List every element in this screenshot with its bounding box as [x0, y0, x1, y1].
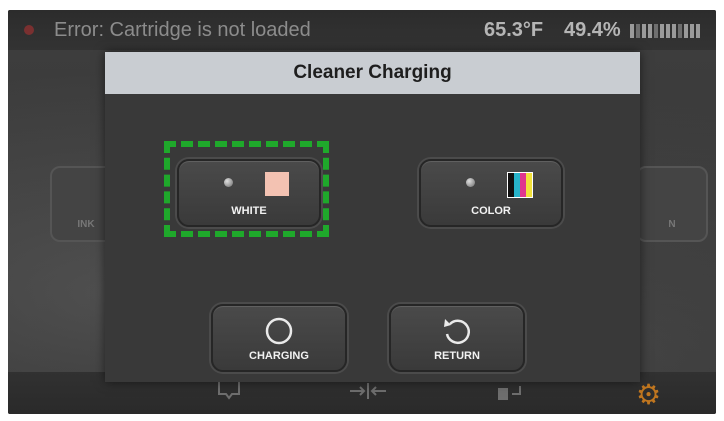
return-arrow-icon: [444, 319, 471, 344]
status-humidity: 49.4%: [564, 19, 621, 41]
color-status-led-icon: [466, 178, 475, 187]
device-screen: Error: Cartridge is not loaded 65.3°F 49…: [8, 10, 716, 414]
align-icon: [350, 383, 386, 399]
background-right-label: N: [668, 219, 676, 230]
status-error-message: Error: Cartridge is not loaded: [54, 19, 311, 41]
cartridge-icon: [498, 386, 521, 400]
white-button[interactable]: WHITE: [177, 159, 321, 227]
charging-button[interactable]: CHARGING: [211, 304, 347, 372]
circle-icon: [265, 317, 293, 345]
charging-button-label: CHARGING: [249, 350, 309, 362]
error-indicator-icon: [24, 25, 34, 35]
status-temperature: 65.3°F: [484, 19, 544, 41]
gear-icon[interactable]: ⚙: [636, 378, 661, 411]
return-button[interactable]: RETURN: [389, 304, 525, 372]
return-button-label: RETURN: [434, 350, 480, 362]
white-status-led-icon: [224, 178, 233, 187]
dialog-title: Cleaner Charging: [105, 52, 640, 94]
status-bar: Error: Cartridge is not loaded 65.3°F 49…: [8, 10, 716, 50]
background-right-button: N: [636, 166, 708, 242]
signal-bars-icon: [630, 24, 700, 38]
white-button-label: WHITE: [231, 205, 267, 217]
cleaner-charging-dialog: Cleaner Charging WHITE COLOR CHARGING RE…: [105, 52, 640, 382]
color-swatch-icon: [507, 172, 533, 198]
color-button[interactable]: COLOR: [419, 159, 563, 227]
white-swatch-icon: [265, 172, 289, 196]
color-button-label: COLOR: [471, 205, 511, 217]
tray-icon: [218, 382, 240, 400]
